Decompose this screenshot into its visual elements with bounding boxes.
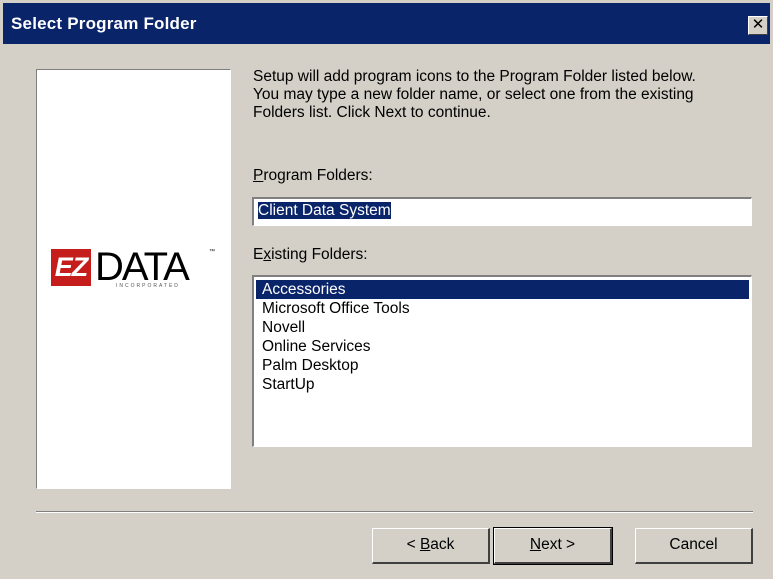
list-item-palm-desktop[interactable]: Palm Desktop bbox=[256, 356, 749, 375]
close-icon: ✕ bbox=[751, 16, 765, 33]
logo-panel: EZ DATA ™ INCORPORATED bbox=[36, 69, 231, 489]
ez-data-logo: EZ DATA ™ INCORPORATED bbox=[51, 245, 226, 289]
button-separator bbox=[36, 511, 753, 513]
setup-dialog: Select Program Folder ✕ EZ DATA ™ INCORP… bbox=[0, 0, 773, 579]
title-bar[interactable]: Select Program Folder ✕ bbox=[3, 3, 770, 44]
list-item-novell[interactable]: Novell bbox=[256, 318, 749, 337]
logo-tagline: INCORPORATED bbox=[116, 283, 180, 289]
next-button[interactable]: Next > bbox=[493, 527, 613, 565]
list-item-microsoft-office-tools[interactable]: Microsoft Office Tools bbox=[256, 299, 749, 318]
dialog-title: Select Program Folder bbox=[11, 14, 197, 33]
logo-trademark: ™ bbox=[209, 249, 215, 255]
program-folder-input[interactable]: Client Data System bbox=[252, 197, 752, 226]
cancel-button[interactable]: Cancel bbox=[635, 528, 753, 564]
back-button[interactable]: < Back bbox=[372, 528, 490, 564]
existing-folders-label: Existing Folders: bbox=[253, 246, 368, 263]
program-folder-value: Client Data System bbox=[258, 202, 391, 219]
existing-folders-list[interactable]: Accessories Microsoft Office Tools Novel… bbox=[252, 275, 752, 447]
list-item-accessories[interactable]: Accessories bbox=[256, 280, 749, 299]
logo-wordmark: DATA bbox=[95, 245, 190, 289]
instructions-line: You may type a new folder name, or selec… bbox=[253, 86, 694, 103]
close-button[interactable]: ✕ bbox=[748, 16, 768, 35]
instructions-text: Setup will add program icons to the Prog… bbox=[253, 68, 753, 122]
instructions-line: Folders list. Click Next to continue. bbox=[253, 104, 491, 121]
list-item-startup[interactable]: StartUp bbox=[256, 375, 749, 394]
list-item-online-services[interactable]: Online Services bbox=[256, 337, 749, 356]
program-folders-label: Program Folders: bbox=[253, 167, 373, 184]
ez-logo-mark: EZ bbox=[51, 249, 91, 286]
instructions-line: Setup will add program icons to the Prog… bbox=[253, 68, 696, 85]
